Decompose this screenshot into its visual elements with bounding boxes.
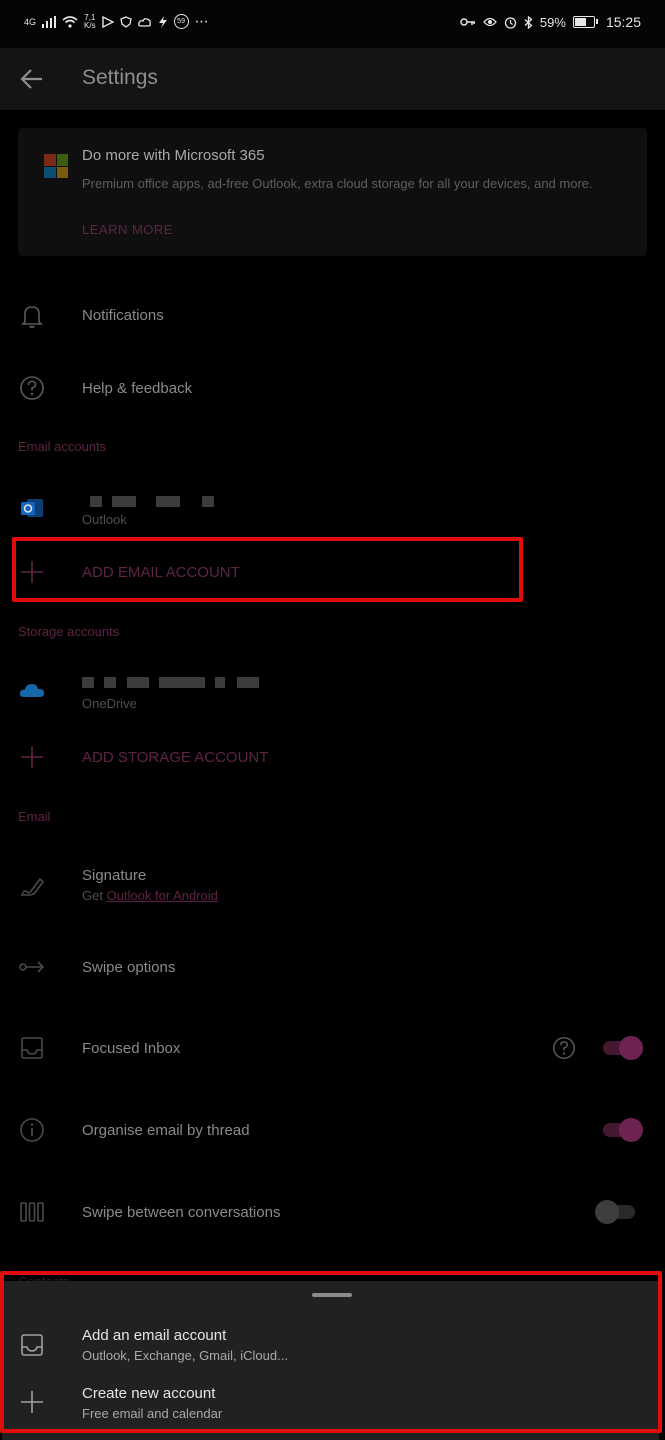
- organise-thread-row[interactable]: Organise email by thread: [0, 1104, 665, 1156]
- play-store-icon: [101, 15, 114, 28]
- masked-storage-account: [159, 677, 205, 688]
- promo-body: Premium office apps, ad-free Outlook, ex…: [82, 176, 593, 191]
- key-icon: [460, 18, 475, 26]
- battery-percent: 59%: [539, 14, 566, 30]
- plus-icon: [21, 746, 43, 768]
- masked-email-address: [112, 496, 136, 507]
- onedrive-account-row[interactable]: OneDrive: [0, 668, 665, 714]
- masked-email-address: [90, 496, 102, 507]
- masked-email-address: [202, 496, 214, 507]
- help-feedback-row[interactable]: Help & feedback: [0, 362, 665, 414]
- notifications-label: Notifications: [82, 307, 164, 324]
- shield-icon: [119, 15, 132, 28]
- alarm-icon: [504, 16, 517, 29]
- swipe-conversations-toggle[interactable]: [595, 1199, 635, 1225]
- highlight-box: [12, 537, 523, 602]
- columns-icon: [20, 1202, 44, 1222]
- masked-email-address: [156, 496, 180, 507]
- back-arrow-icon: [20, 69, 42, 89]
- logo-square-blue: [44, 166, 56, 178]
- signature-subtitle: Get Outlook for Android: [82, 888, 218, 903]
- signal-icon: [42, 15, 57, 28]
- microsoft-logo-icon: [44, 154, 68, 178]
- focused-inbox-help-icon[interactable]: [551, 1035, 577, 1061]
- back-button[interactable]: [16, 62, 50, 96]
- organise-thread-toggle[interactable]: [603, 1117, 643, 1143]
- focused-inbox-label: Focused Inbox: [82, 1040, 181, 1057]
- wifi-icon: [62, 15, 78, 28]
- bluetooth-icon: [524, 15, 533, 29]
- signature-pen-icon: [20, 877, 45, 896]
- toggle-knob: [595, 1200, 619, 1224]
- status-bar: 4G 7,1 K/s 59 ⋯ 59% 15:25: [0, 0, 665, 48]
- outlook-icon: [21, 499, 43, 517]
- account-provider-outlook: Outlook: [82, 512, 127, 527]
- onedrive-cloud-icon: [19, 684, 44, 697]
- info-circle-icon: [20, 1118, 44, 1142]
- focused-inbox-toggle[interactable]: [603, 1035, 643, 1061]
- learn-more-link[interactable]: LEARN MORE: [82, 222, 173, 237]
- highlight-box: [0, 1271, 662, 1433]
- cloud-icon: [137, 17, 151, 27]
- promo-title: Do more with Microsoft 365: [82, 147, 265, 164]
- logo-square-yellow: [56, 166, 68, 178]
- swipe-conversations-label: Swipe between conversations: [82, 1204, 281, 1221]
- toggle-knob: [619, 1118, 643, 1142]
- bell-icon: [21, 306, 43, 329]
- swipe-options-row[interactable]: Swipe options: [0, 942, 665, 992]
- microsoft-365-promo-card[interactable]: Do more with Microsoft 365 Premium offic…: [18, 128, 647, 256]
- email-accounts-header: Email accounts: [18, 439, 107, 454]
- email-section-header: Email: [18, 809, 51, 824]
- signature-sub-prefix: Get: [82, 888, 103, 903]
- more-notifications-icon: ⋯: [194, 13, 209, 29]
- page-title: Settings: [82, 66, 158, 89]
- add-storage-account-row[interactable]: ADD STORAGE ACCOUNT: [0, 732, 665, 782]
- help-feedback-label: Help & feedback: [82, 380, 193, 397]
- notification-badge-icon: 59: [173, 14, 189, 29]
- status-left: 4G 7,1 K/s 59 ⋯: [24, 13, 209, 30]
- logo-square-red: [44, 154, 56, 166]
- swipe-arrow-icon: [19, 961, 45, 973]
- masked-storage-account: [237, 677, 259, 688]
- notifications-row[interactable]: Notifications: [0, 290, 665, 342]
- masked-storage-account: [215, 677, 225, 688]
- bolt-icon: [158, 15, 167, 28]
- swipe-conversations-row[interactable]: Swipe between conversations: [0, 1186, 665, 1238]
- network-speed: 7,1 K/s: [84, 13, 96, 30]
- masked-storage-account: [104, 677, 116, 688]
- logo-square-green: [56, 154, 68, 166]
- battery-icon: [572, 16, 598, 28]
- network-label: 4G: [24, 16, 37, 27]
- toggle-knob: [619, 1036, 643, 1060]
- focused-inbox-row[interactable]: Focused Inbox: [0, 1022, 665, 1074]
- masked-storage-account: [82, 677, 94, 688]
- help-circle-icon: [20, 376, 44, 400]
- outlook-for-android-link[interactable]: Outlook for Android: [107, 888, 218, 903]
- organise-thread-label: Organise email by thread: [82, 1122, 250, 1139]
- masked-storage-account: [127, 677, 149, 688]
- app-bar: Settings: [0, 48, 665, 110]
- add-storage-account-label: ADD STORAGE ACCOUNT: [82, 749, 269, 766]
- inbox-tray-icon: [21, 1037, 43, 1059]
- signature-row[interactable]: Signature Get Outlook for Android: [0, 860, 665, 912]
- account-provider-onedrive: OneDrive: [82, 696, 137, 711]
- eye-icon: [483, 17, 497, 27]
- storage-accounts-header: Storage accounts: [18, 624, 120, 639]
- clock: 15:25: [605, 14, 641, 30]
- swipe-options-label: Swipe options: [82, 959, 176, 976]
- speed-unit: K/s: [84, 20, 96, 30]
- status-right: 59% 15:25: [460, 14, 641, 30]
- outlook-account-row[interactable]: Outlook: [0, 486, 665, 532]
- signature-label: Signature: [82, 867, 147, 884]
